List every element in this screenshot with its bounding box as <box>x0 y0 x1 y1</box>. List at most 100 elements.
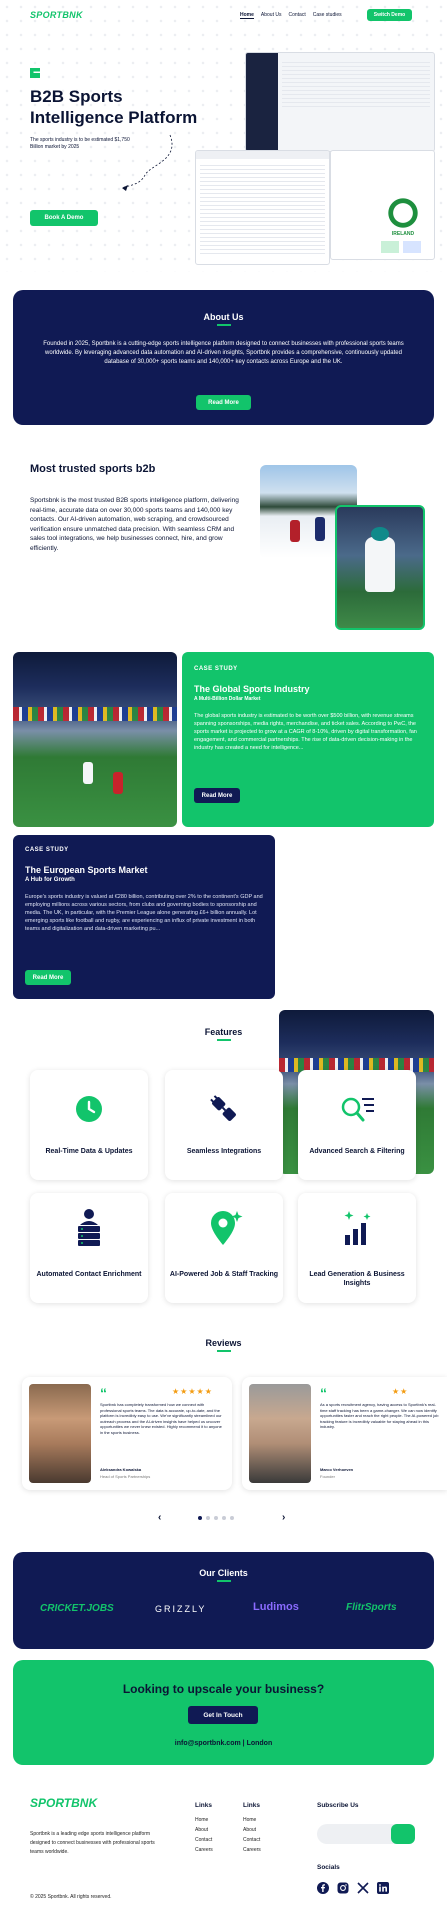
case1-tag: CASE STUDY <box>194 666 238 672</box>
client-logo-flitrsports: FlitrSports <box>346 1602 397 1613</box>
review-card: “ ★★ As a sports recruitment agency, hav… <box>242 1377 447 1490</box>
feature-card-enrichment: Automated Contact Enrichment <box>30 1193 148 1303</box>
team-badge <box>386 196 420 230</box>
feature-card-leadgen: Lead Generation & Business Insights <box>298 1193 416 1303</box>
clients-section: Our Clients CRICKET.JOBS GRIZZLY Ludimos… <box>13 1552 434 1649</box>
quote-icon: “ <box>320 1385 327 1401</box>
cta-heading: Looking to upscale your business? <box>122 1682 325 1696</box>
case1-image <box>13 652 177 827</box>
quote-icon: “ <box>100 1385 107 1401</box>
nav-contact[interactable]: Contact <box>288 12 305 19</box>
x-twitter-icon[interactable] <box>357 1882 369 1894</box>
instagram-icon[interactable] <box>337 1882 349 1894</box>
linkedin-icon[interactable] <box>377 1882 389 1894</box>
footer-tagline: Sportbnk is a leading edge sports intell… <box>30 1831 155 1855</box>
contact-line: info@sportbnk.com | London <box>13 1740 434 1747</box>
client-logo-ludimos: Ludimos <box>253 1601 299 1613</box>
reviewer-role: Head of Sports Partnerships <box>100 1474 151 1479</box>
feature-label: Real-Time Data & Updates <box>45 1148 133 1155</box>
feature-label: Seamless Integrations <box>186 1148 262 1155</box>
footer-links-col-2: Links Home About Contact Careers <box>243 1802 261 1855</box>
footer-links-col-1: Links Home About Contact Careers <box>195 1802 213 1855</box>
case2-body: Europe's sports industry is valued at €2… <box>25 894 263 932</box>
footer-copyright: © 2025 Sportbnk. All rights reserved. <box>30 1894 112 1900</box>
nav-bar: Home About Us Contact Case studies <box>240 12 342 19</box>
case2-card: CASE STUDY The European Sports Market A … <box>13 835 275 999</box>
hero-section: SPORTBNK Home About Us Contact Case stud… <box>0 0 447 272</box>
review-stars: ★★★★★ <box>172 1387 213 1396</box>
about-read-more-button[interactable]: Read More <box>196 395 251 410</box>
footer-link-home[interactable]: Home <box>243 1815 261 1825</box>
client-logo-cricketjobs: CRICKET.JOBS <box>40 1603 114 1614</box>
nav-about[interactable]: About Us <box>261 12 282 19</box>
avatar <box>249 1384 311 1483</box>
clients-heading: Our Clients <box>199 1568 248 1578</box>
footer-link-careers[interactable]: Careers <box>243 1845 261 1855</box>
feature-label: AI-Powered Job & Staff Tracking <box>169 1271 279 1278</box>
footer-logo[interactable]: SPORTBNK <box>30 1796 97 1810</box>
contact-email[interactable]: info@sportbnk.com <box>175 1740 241 1747</box>
footer-link-about[interactable]: About <box>195 1825 213 1835</box>
clock-icon <box>76 1096 102 1122</box>
socials-title: Socials <box>317 1864 340 1871</box>
feature-card-realtime: Real-Time Data & Updates <box>30 1070 148 1180</box>
about-body: Founded in 2025, Sportbnk is a cutting-e… <box>43 341 404 365</box>
cta-banner: Looking to upscale your business? Get In… <box>13 1660 434 1765</box>
feature-label: Automated Contact Enrichment <box>36 1271 142 1278</box>
avatar <box>29 1384 91 1483</box>
dashboard-screenshot-front <box>195 150 330 265</box>
book-demo-button[interactable]: Book A Demo <box>30 210 98 226</box>
subscribe-button[interactable] <box>391 1824 415 1844</box>
about-section: About Us Founded in 2025, Sportbnk is a … <box>13 290 434 425</box>
location-sparkle-icon <box>211 1211 243 1245</box>
server-user-icon <box>78 1209 100 1246</box>
reviewer-name: Marco Verhoeven <box>320 1467 354 1472</box>
facebook-icon[interactable] <box>317 1882 329 1894</box>
case2-tag: CASE STUDY <box>25 847 69 853</box>
logo-mark-icon <box>30 68 40 78</box>
feature-label: Lead Generation & Business Insights <box>309 1271 405 1287</box>
client-logo-grizzly: GRIZZLY <box>155 1604 207 1614</box>
case2-read-more-button[interactable]: Read More <box>25 970 71 985</box>
reviews-next-button[interactable]: › <box>282 1512 285 1523</box>
review-text: As a sports recruitment agency, having a… <box>320 1402 439 1429</box>
contact-location: London <box>246 1740 273 1747</box>
heading-underline <box>217 324 231 326</box>
review-stars: ★★ <box>392 1387 409 1396</box>
case2-title: The European Sports Market <box>25 865 148 875</box>
socials-row <box>317 1882 389 1894</box>
feature-card-tracking: AI-Powered Job & Staff Tracking <box>165 1193 283 1303</box>
hero-title: B2B Sports Intelligence Platform <box>30 87 198 127</box>
reviewer-name: Aleksandra Kowalska <box>100 1467 142 1472</box>
footer-link-contact[interactable]: Contact <box>243 1835 261 1845</box>
football-image <box>335 505 425 630</box>
about-heading: About Us <box>203 312 244 322</box>
case2-subtitle: A Hub for Growth <box>25 877 75 883</box>
chart-sparkle-icon <box>344 1211 371 1245</box>
review-card: “ ★★★★★ Sportbnk has completely transfor… <box>22 1377 232 1490</box>
nav-case-studies[interactable]: Case studies <box>313 12 342 19</box>
review-text: Sportbnk has completely transformed how … <box>100 1402 222 1435</box>
footer-link-home[interactable]: Home <box>195 1815 213 1825</box>
footer-link-about[interactable]: About <box>243 1825 261 1835</box>
case1-title: The Global Sports Industry <box>194 684 310 694</box>
subscribe-title: Subscribe Us <box>317 1802 359 1809</box>
trusted-body: Sportsbnk is the most trusted B2B sports… <box>30 497 239 552</box>
logo[interactable]: SPORTBNK <box>30 10 83 20</box>
reviews-pagination[interactable] <box>196 1516 236 1520</box>
feature-label: Advanced Search & Filtering <box>309 1148 405 1155</box>
plug-icon <box>210 1095 236 1121</box>
footer-link-contact[interactable]: Contact <box>195 1835 213 1845</box>
heading-underline <box>217 1350 231 1352</box>
case1-subtitle: A Multi-Billion Dollar Market <box>194 696 261 702</box>
get-in-touch-button[interactable]: Get In Touch <box>188 1706 258 1724</box>
nav-home[interactable]: Home <box>240 12 254 19</box>
case1-read-more-button[interactable]: Read More <box>194 788 240 803</box>
switch-demo-button[interactable]: Switch Demo <box>367 9 412 21</box>
search-filter-icon <box>341 1097 374 1122</box>
feature-card-integrations: Seamless Integrations <box>165 1070 283 1180</box>
reviews-prev-button[interactable]: ‹ <box>158 1512 161 1523</box>
footer-link-careers[interactable]: Careers <box>195 1845 213 1855</box>
dashed-arrow-icon <box>121 134 173 191</box>
team-profile-screenshot: IRELAND <box>330 150 435 260</box>
